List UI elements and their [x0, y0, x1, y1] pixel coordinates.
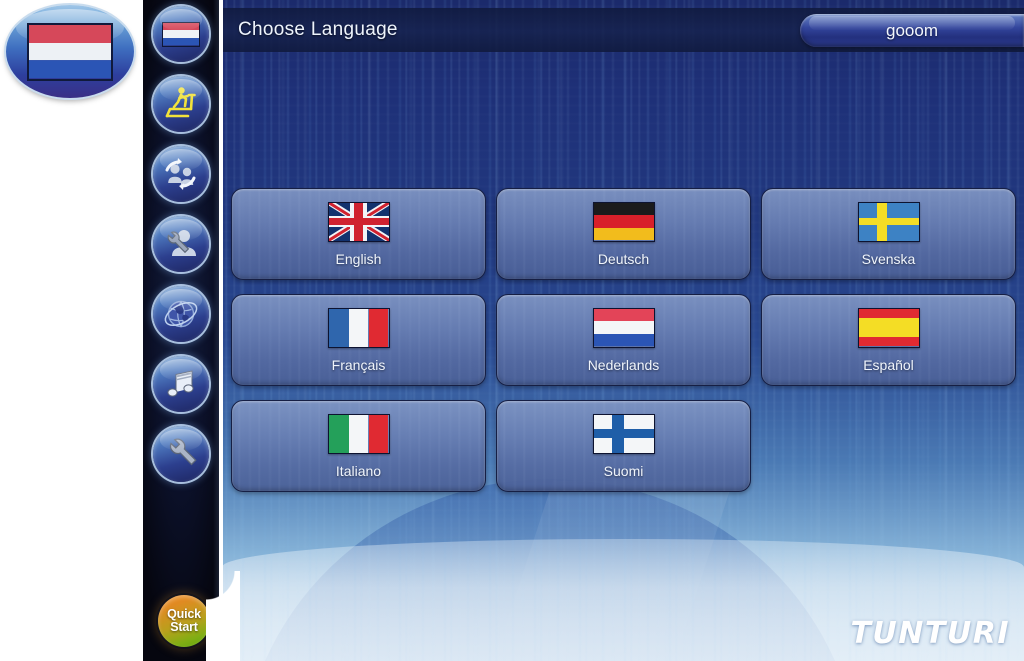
sidebar-item-change-user[interactable]: [153, 146, 209, 202]
flag-france-icon: [327, 307, 390, 348]
sidebar-item-user-settings[interactable]: [153, 216, 209, 272]
header-bar: Choose Language gooom: [222, 8, 1024, 52]
user-switch-icon: [165, 158, 196, 190]
language-label: Suomi: [603, 462, 644, 479]
language-tile-suomi[interactable]: Suomi: [496, 400, 751, 492]
quick-start-button[interactable]: Quick Start: [158, 595, 210, 647]
sidebar-item-network[interactable]: [153, 286, 209, 342]
language-label: Italiano: [335, 462, 382, 479]
treadmill-runner-icon: [165, 87, 196, 118]
page-title: Choose Language: [238, 19, 398, 40]
sidebar: Quick Start: [143, 0, 220, 661]
language-label: Svenska: [861, 250, 916, 267]
left-panel: [0, 0, 143, 661]
language-tile-nederlands[interactable]: Nederlands: [496, 294, 751, 386]
current-language-flag-button[interactable]: [6, 5, 134, 98]
sidebar-item-language[interactable]: [153, 6, 209, 62]
flag-spain-icon: [857, 307, 920, 348]
language-label: English: [335, 250, 382, 267]
language-tile-francais[interactable]: Français: [231, 294, 486, 386]
sidebar-item-settings[interactable]: [153, 426, 209, 482]
language-label: Français: [331, 356, 386, 373]
language-tile-svenska[interactable]: Svenska: [761, 188, 1016, 280]
flag-sweden-icon: [857, 201, 920, 242]
sidebar-item-workout[interactable]: [153, 76, 209, 132]
screen-bezel-left: [219, 0, 223, 661]
music-note-icon: [167, 370, 194, 397]
flag-germany-icon: [592, 201, 655, 242]
screen-bezel-corner: [206, 571, 240, 661]
language-tile-english[interactable]: English: [231, 188, 486, 280]
flag-finland-icon: [592, 413, 655, 454]
language-tile-deutsch[interactable]: Deutsch: [496, 188, 751, 280]
profile-name: gooom: [886, 20, 938, 40]
wrench-icon: [169, 438, 197, 466]
netherlands-flag-icon: [27, 22, 113, 81]
language-grid: English Deutsch Svenska Français Nederla…: [231, 188, 1021, 492]
globe-icon: [164, 300, 198, 328]
user-settings-icon: [167, 230, 196, 256]
quick-start-line2: Start: [170, 620, 198, 634]
language-tile-espanol[interactable]: Español: [761, 294, 1016, 386]
sidebar-item-audio[interactable]: [153, 356, 209, 412]
flag-netherlands-icon: [162, 21, 200, 47]
flag-uk-icon: [327, 201, 390, 242]
flag-netherlands-icon: [592, 307, 655, 348]
language-label: Español: [863, 356, 914, 373]
language-tile-italiano[interactable]: Italiano: [231, 400, 486, 492]
language-label: Nederlands: [587, 356, 660, 373]
app-root: Quick Start Choose Language gooom Englis…: [0, 0, 1024, 661]
language-label: Deutsch: [597, 250, 650, 267]
flag-italy-icon: [327, 413, 390, 454]
tunturi-logo: TUNTURI: [850, 616, 1010, 651]
main-screen: Choose Language gooom English Deutsch Sv…: [222, 0, 1024, 661]
profile-button[interactable]: gooom: [800, 14, 1024, 47]
